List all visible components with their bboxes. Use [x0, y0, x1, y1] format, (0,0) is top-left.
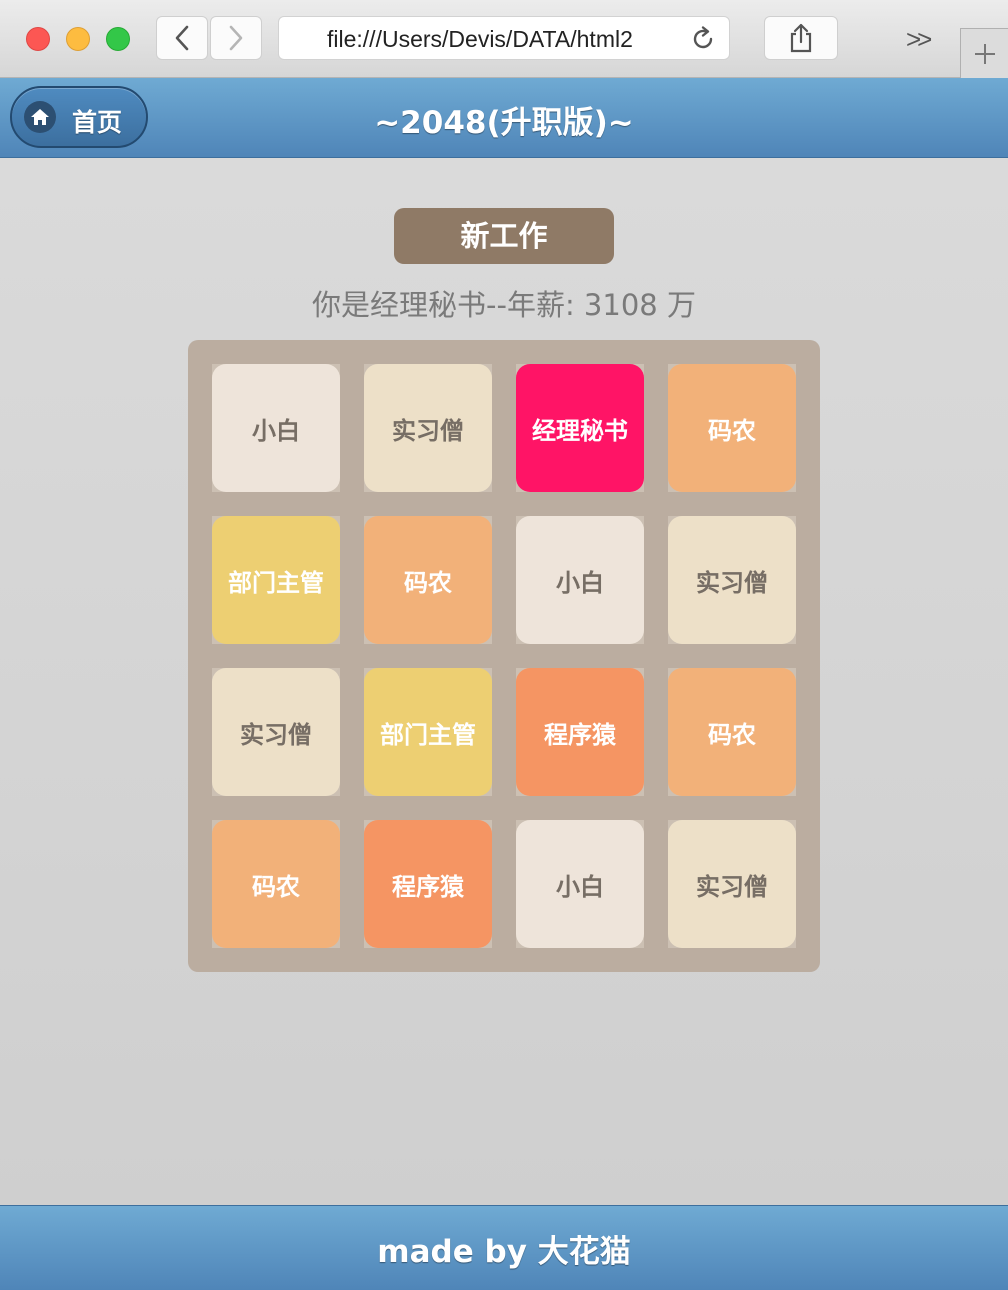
url-text: file:///Users/Devis/DATA/html2 — [327, 26, 633, 52]
game-tile: 部门主管 — [364, 668, 492, 796]
window-close-button[interactable] — [26, 27, 50, 51]
address-bar[interactable]: file:///Users/Devis/DATA/html2 — [278, 16, 730, 60]
game-tile: 码农 — [668, 668, 796, 796]
app-header: 首页 ~2048(升职版)~ — [0, 78, 1008, 158]
share-icon — [790, 23, 812, 53]
window-maximize-button[interactable] — [106, 27, 130, 51]
more-tools-button[interactable]: >> — [906, 24, 932, 55]
game-tile: 小白 — [212, 364, 340, 492]
chevron-left-icon — [175, 25, 189, 51]
main-content: 新工作 你是经理秘书--年薪: 3108 万 小白 实习僧 经理秘书 码农 部门主管 码农… — [0, 158, 1008, 1205]
game-tile: 实习僧 — [668, 516, 796, 644]
game-tile: 程序猿 — [364, 820, 492, 948]
game-tile: 程序猿 — [516, 668, 644, 796]
new-tab-button[interactable] — [960, 28, 1008, 78]
new-game-button[interactable]: 新工作 — [394, 208, 614, 264]
page-title: ~2048(升职版)~ — [374, 105, 634, 141]
plus-icon — [974, 43, 995, 64]
back-button[interactable] — [156, 16, 208, 60]
game-tile: 码农 — [364, 516, 492, 644]
game-tile: 经理秘书 — [516, 364, 644, 492]
game-tile: 码农 — [668, 364, 796, 492]
browser-toolbar: file:///Users/Devis/DATA/html2 >> — [0, 0, 1008, 78]
window-minimize-button[interactable] — [66, 27, 90, 51]
footer-credit: made by 大花猫 — [377, 1234, 631, 1270]
game-tile: 实习僧 — [668, 820, 796, 948]
forward-button[interactable] — [210, 16, 262, 60]
score-status: 你是经理秘书--年薪: 3108 万 — [312, 288, 696, 322]
share-button[interactable] — [764, 16, 838, 60]
game-tile: 实习僧 — [364, 364, 492, 492]
game-board[interactable]: 小白 实习僧 经理秘书 码农 部门主管 码农 小白 实习僧 实习僧 部门主管 程序猿 码农 码农 程序猿小… — [188, 340, 820, 972]
game-tile: 小白 — [516, 516, 644, 644]
reload-icon[interactable] — [689, 25, 717, 53]
chevron-right-icon — [229, 25, 243, 51]
game-tile: 部门主管 — [212, 516, 340, 644]
game-tile: 小白 — [516, 820, 644, 948]
game-tile: 码农 — [212, 820, 340, 948]
footer: made by 大花猫 — [0, 1205, 1008, 1290]
game-tile: 实习僧 — [212, 668, 340, 796]
